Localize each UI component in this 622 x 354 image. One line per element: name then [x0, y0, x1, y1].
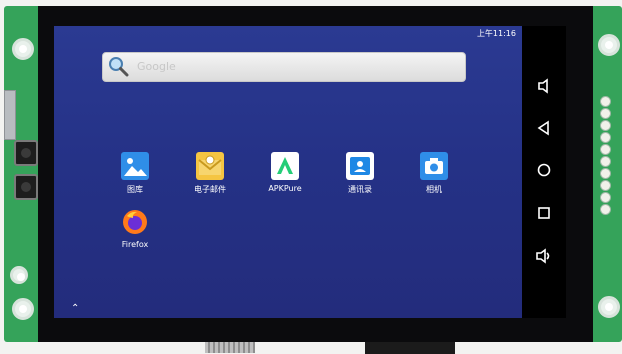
back-icon[interactable]	[534, 118, 554, 138]
pcb-push-button-1	[14, 140, 38, 166]
header-pin	[600, 192, 611, 203]
android-home-screen: 上午11:16 Google 图库 电子邮件 APKPure 通讯录 相机 Fi…	[54, 26, 522, 318]
volume-down-icon[interactable]	[534, 76, 554, 96]
app-apkpure[interactable]: APKPure	[255, 152, 315, 193]
app-label: Firefox	[121, 240, 149, 249]
search-placeholder: Google	[137, 60, 176, 73]
status-bar-time: 上午11:16	[476, 29, 516, 38]
mount-hole-top-right	[598, 34, 620, 56]
firefox-icon	[121, 208, 149, 236]
google-search-bar[interactable]: Google	[102, 52, 466, 82]
navigation-bar	[522, 26, 566, 318]
email-icon	[196, 152, 224, 180]
contacts-icon	[346, 152, 374, 180]
mount-hole-bottom-right	[598, 296, 620, 318]
mount-hole-bottom-left	[12, 298, 34, 320]
app-contacts[interactable]: 通讯录	[330, 152, 390, 195]
mount-hole-top-left	[12, 38, 34, 60]
home-icon[interactable]	[534, 160, 554, 180]
app-firefox[interactable]: Firefox	[105, 208, 165, 249]
app-gallery[interactable]: 图库	[105, 152, 165, 195]
app-label: APKPure	[268, 184, 302, 193]
gallery-icon	[121, 152, 149, 180]
search-icon	[109, 57, 129, 77]
header-pin	[600, 132, 611, 143]
mount-hole-mid-left	[10, 266, 28, 284]
bottom-header-pins	[205, 341, 255, 353]
header-pin	[600, 156, 611, 167]
volume-up-icon[interactable]	[534, 246, 554, 266]
header-pin	[600, 144, 611, 155]
pcb-push-button-2	[14, 174, 38, 200]
header-pin	[600, 108, 611, 119]
app-label: 相机	[426, 185, 442, 194]
app-label: 电子邮件	[194, 185, 226, 194]
header-pin	[600, 168, 611, 179]
recents-icon[interactable]	[534, 203, 554, 223]
header-pin	[600, 120, 611, 131]
header-pin	[600, 204, 611, 215]
app-label: 图库	[127, 185, 143, 194]
app-email[interactable]: 电子邮件	[180, 152, 240, 195]
app-label: 通讯录	[348, 185, 372, 194]
apkpure-icon	[271, 152, 299, 180]
side-port	[4, 90, 16, 140]
header-pin	[600, 96, 611, 107]
camera-icon	[420, 152, 448, 180]
header-pin	[600, 180, 611, 191]
app-camera[interactable]: 相机	[404, 152, 464, 195]
app-drawer-caret-icon[interactable]: ⌃	[71, 303, 79, 314]
